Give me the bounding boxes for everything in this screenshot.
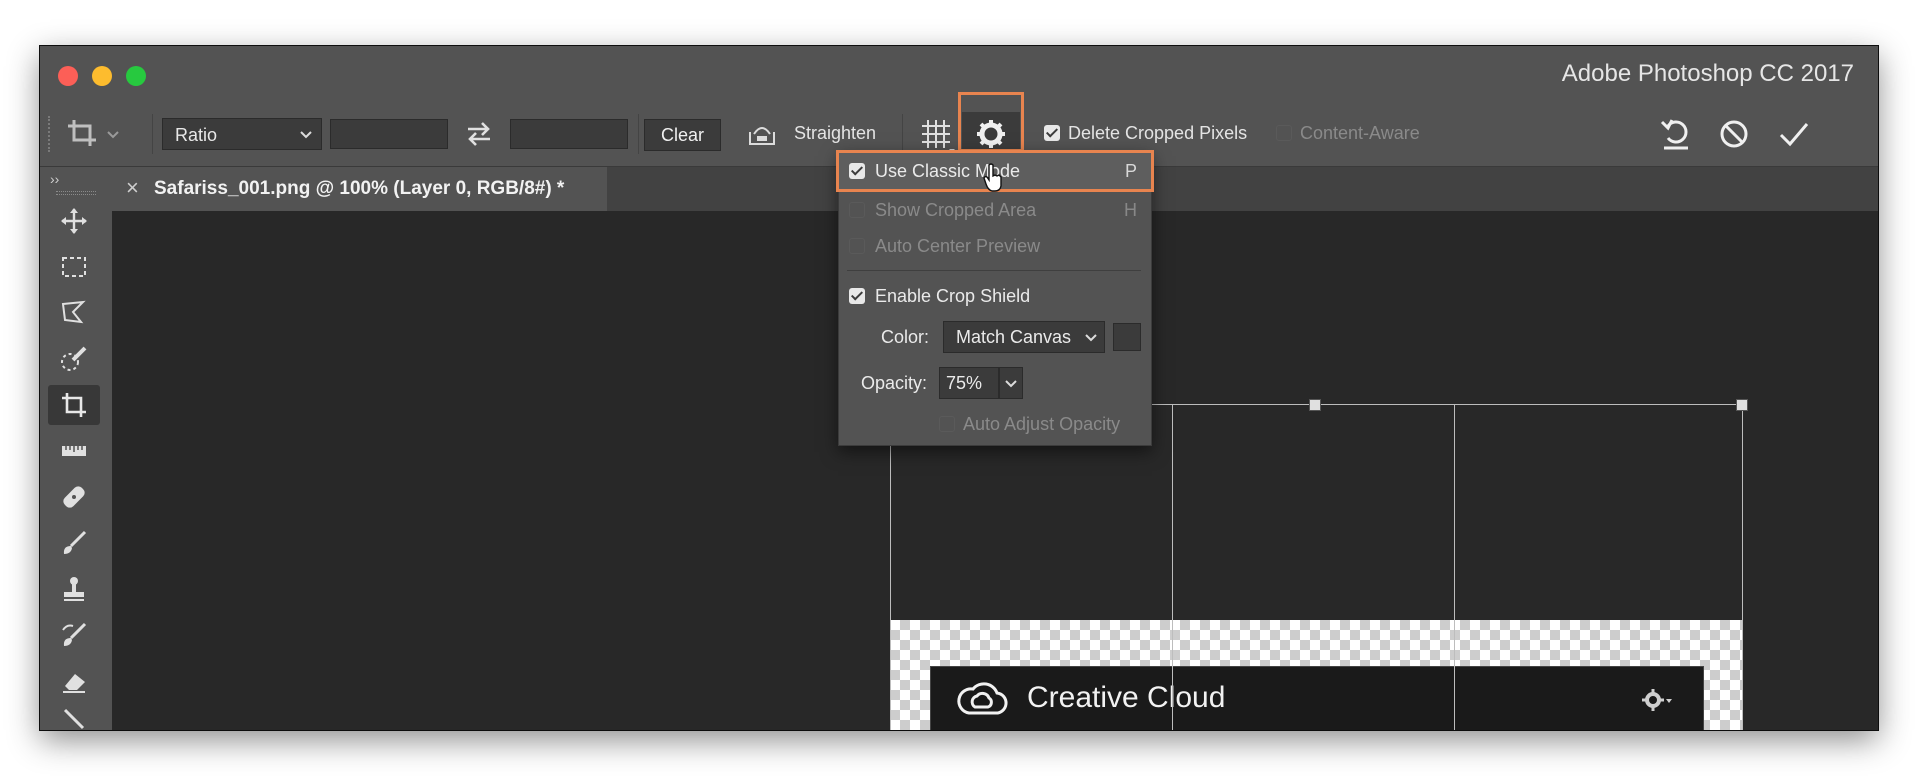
eraser-tool[interactable] xyxy=(48,661,100,701)
crop-grid-line xyxy=(1454,404,1455,730)
checkbox-unchecked-icon xyxy=(939,416,955,432)
checkbox-unchecked-icon xyxy=(1276,124,1292,141)
straighten-button[interactable] xyxy=(746,118,778,148)
window-title: Adobe Photoshop CC 2017 xyxy=(1561,60,1854,87)
lasso-icon xyxy=(61,300,86,324)
crop-icon xyxy=(68,120,119,146)
shield-opacity-input[interactable]: 75% xyxy=(939,367,999,399)
checkmark-icon xyxy=(1779,123,1809,147)
healing-brush-icon xyxy=(63,486,85,508)
crop-handle-top[interactable] xyxy=(1309,399,1321,411)
chevron-down-icon xyxy=(1005,380,1017,388)
tools-panel: ›› xyxy=(40,167,112,730)
zoom-window-button[interactable] xyxy=(126,66,146,86)
show-cropped-area-shortcut: H xyxy=(1124,200,1137,220)
menu-divider xyxy=(847,270,1141,271)
clone-stamp-icon xyxy=(64,577,84,601)
lasso-tool[interactable] xyxy=(48,293,100,333)
show-cropped-area-label: Show Cropped Area xyxy=(875,200,1037,220)
document-tab-title: Safariss_001.png @ 100% (Layer 0, RGB/8#… xyxy=(154,178,565,199)
crop-icon xyxy=(62,393,86,417)
marquee-tool[interactable] xyxy=(48,247,100,287)
swap-icon xyxy=(468,122,490,146)
clone-stamp-tool[interactable] xyxy=(48,569,100,609)
crop-box-left-edge[interactable] xyxy=(890,404,891,730)
crop-handle-top-right[interactable] xyxy=(1736,399,1748,411)
gear-button-highlight xyxy=(958,92,1024,152)
cancel-icon xyxy=(1720,120,1748,148)
crop-tool-preset-picker[interactable] xyxy=(66,116,126,157)
shield-opacity-value: 75% xyxy=(946,373,983,393)
crop-tool[interactable] xyxy=(48,385,100,425)
creative-cloud-title: Creative Cloud xyxy=(1027,681,1226,714)
gear-icon xyxy=(1642,689,1672,711)
ratio-select-value: Ratio xyxy=(175,125,218,145)
move-icon xyxy=(61,208,87,234)
panel-collapse-icon[interactable]: ›› xyxy=(50,171,59,187)
shield-color-label: Color: xyxy=(881,327,930,347)
hand-cursor-icon xyxy=(983,163,1002,192)
enable-crop-shield-item[interactable]: Enable Crop Shield xyxy=(839,279,1151,313)
brush-tool[interactable] xyxy=(48,523,100,563)
auto-center-preview-label: Auto Center Preview xyxy=(875,236,1041,256)
photoshop-window: Adobe Photoshop CC 2017 Ratio Clear Stra… xyxy=(40,46,1878,730)
healing-brush-tool[interactable] xyxy=(48,477,100,517)
cancel-crop-button[interactable] xyxy=(1716,116,1752,157)
ruler-icon xyxy=(62,446,86,456)
move-tool[interactable] xyxy=(48,201,100,241)
eraser-icon xyxy=(63,674,85,693)
shield-opacity-dropdown-button[interactable] xyxy=(999,367,1023,399)
creative-cloud-logo-icon xyxy=(957,682,1008,715)
checkbox-unchecked-icon xyxy=(849,238,865,254)
minimize-window-button[interactable] xyxy=(92,66,112,86)
history-brush-icon xyxy=(62,622,87,646)
crop-box-right-edge[interactable] xyxy=(1742,404,1743,730)
checkbox-checked-icon xyxy=(1044,124,1060,141)
reset-crop-button[interactable] xyxy=(1658,116,1694,157)
gradient-icon xyxy=(63,708,85,730)
delete-cropped-pixels-checkbox[interactable] xyxy=(1044,124,1060,142)
reset-icon xyxy=(1660,119,1688,150)
shield-color-value: Match Canvas xyxy=(956,327,1072,347)
document-tab[interactable]: × Safariss_001.png @ 100% (Layer 0, RGB/… xyxy=(112,167,607,211)
shield-opacity-label: Opacity: xyxy=(861,373,928,393)
checkbox-unchecked-icon xyxy=(849,202,865,218)
options-bar-grip xyxy=(48,116,54,152)
clear-button[interactable]: Clear xyxy=(644,119,722,151)
content-aware-label: Content-Aware xyxy=(1300,123,1420,143)
commit-crop-button[interactable] xyxy=(1776,116,1812,157)
close-window-button[interactable] xyxy=(58,66,78,86)
chevron-down-icon xyxy=(1085,334,1097,342)
panel-grip xyxy=(56,191,96,195)
crop-width-input[interactable] xyxy=(330,119,448,149)
close-tab-icon[interactable]: × xyxy=(126,175,139,201)
quick-selection-icon xyxy=(61,346,87,371)
quick-selection-tool[interactable] xyxy=(48,339,100,379)
brush-icon xyxy=(63,530,87,554)
gradient-tool[interactable] xyxy=(48,707,100,730)
content-aware-checkbox[interactable] xyxy=(1276,124,1292,142)
shield-color-select[interactable]: Match Canvas xyxy=(943,321,1105,353)
grid-overlay-icon xyxy=(922,120,955,152)
history-brush-tool[interactable] xyxy=(48,615,100,655)
auto-center-preview-item[interactable]: Auto Center Preview xyxy=(839,229,1151,263)
swap-dimensions-button[interactable] xyxy=(464,120,494,153)
crop-settings-menu: Use Classic Mode P Show Cropped Area H A… xyxy=(836,150,1154,446)
marquee-icon xyxy=(62,257,86,277)
crop-grid-line xyxy=(1172,404,1173,730)
shield-color-swatch[interactable] xyxy=(1113,323,1141,351)
enable-crop-shield-label: Enable Crop Shield xyxy=(875,286,1031,306)
ruler-tool[interactable] xyxy=(48,431,100,471)
auto-adjust-opacity-label: Auto Adjust Opacity xyxy=(963,414,1121,434)
auto-adjust-opacity-item[interactable]: Auto Adjust Opacity xyxy=(939,409,1151,439)
straighten-icon xyxy=(749,127,775,145)
delete-cropped-pixels-label: Delete Cropped Pixels xyxy=(1068,123,1248,143)
chevron-down-icon xyxy=(300,131,312,139)
show-cropped-area-item[interactable]: Show Cropped Area H xyxy=(839,193,1151,227)
creative-cloud-window: Creative Cloud xyxy=(930,666,1704,730)
straighten-label: Straighten xyxy=(794,123,877,143)
ratio-select[interactable]: Ratio xyxy=(162,118,322,150)
crop-height-input[interactable] xyxy=(510,119,628,149)
checkbox-checked-icon xyxy=(849,288,865,304)
